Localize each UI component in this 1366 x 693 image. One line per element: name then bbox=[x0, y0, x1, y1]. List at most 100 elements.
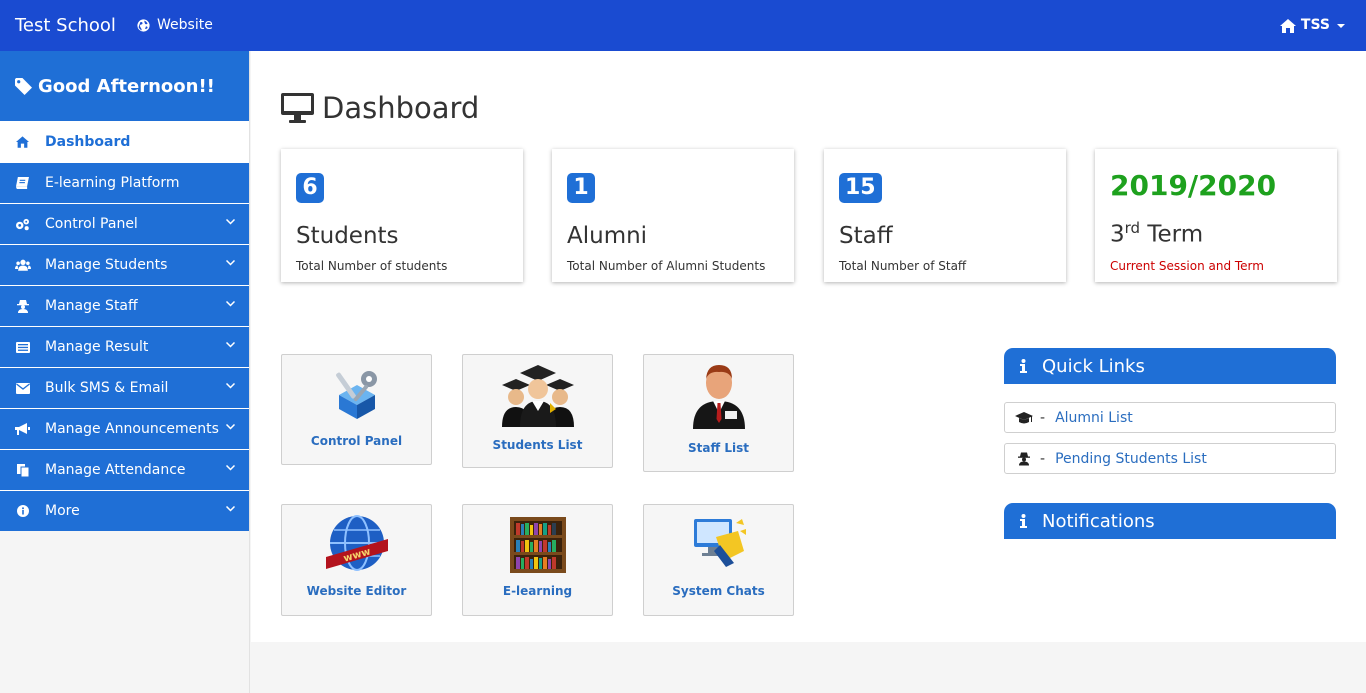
chevron-down-icon bbox=[226, 260, 235, 266]
top-navbar: Test School Website TSS bbox=[0, 0, 1366, 51]
term-suffix: rd bbox=[1124, 219, 1141, 237]
www-globe-icon: www bbox=[325, 515, 388, 571]
sidebar-item-label: Manage Attendance bbox=[45, 462, 186, 478]
tile-label: Students List bbox=[492, 438, 583, 452]
stat-card-staff: 15 Staff Total Number of Staff bbox=[824, 149, 1066, 282]
notifications-title: Notifications bbox=[1042, 510, 1155, 532]
session-year: 2019/2020 bbox=[1110, 169, 1277, 202]
footer bbox=[251, 642, 1366, 693]
sidebar-item-label: Manage Result bbox=[45, 339, 149, 355]
sidebar-item-label: Control Panel bbox=[45, 216, 138, 232]
sidebar-item-label: Manage Students bbox=[45, 257, 168, 273]
control-panel-icon bbox=[335, 371, 377, 419]
stat-name: Alumni bbox=[567, 223, 648, 249]
session-description: Current Session and Term bbox=[1110, 259, 1264, 273]
user-label: TSS bbox=[1300, 17, 1330, 33]
desktop-icon bbox=[281, 93, 314, 123]
sidebar-item-bulk-sms-email[interactable]: Bulk SMS & Email bbox=[0, 367, 249, 408]
sidebar-item-label: Manage Staff bbox=[45, 298, 138, 314]
sidebar-item-elearning[interactable]: E-learning Platform bbox=[0, 162, 249, 203]
term-number: 3 bbox=[1110, 221, 1125, 248]
sidebar-item-manage-students[interactable]: Manage Students bbox=[0, 244, 249, 285]
sidebar-item-dashboard[interactable]: Dashboard bbox=[0, 121, 249, 162]
tile-system-chats[interactable]: System Chats bbox=[643, 504, 794, 616]
sidebar: Good Afternoon!! Dashboard E-learning Pl… bbox=[0, 51, 250, 693]
tile-website-editor[interactable]: www Website Editor bbox=[281, 504, 432, 616]
sidebar-item-manage-announcements[interactable]: Manage Announcements bbox=[0, 408, 249, 449]
info-icon bbox=[16, 504, 29, 517]
user-menu[interactable]: TSS bbox=[1279, 0, 1345, 51]
envelope-icon bbox=[15, 382, 30, 394]
bullhorn-icon bbox=[15, 423, 30, 435]
user-secret-icon bbox=[16, 299, 29, 313]
sidebar-item-label: Manage Announcements bbox=[45, 421, 219, 437]
stat-count-badge: 15 bbox=[839, 173, 882, 203]
info-icon bbox=[1019, 514, 1027, 528]
tile-e-learning[interactable]: E-learning bbox=[462, 504, 613, 616]
chevron-down-icon bbox=[226, 424, 235, 430]
quick-link-pending-students[interactable]: - Pending Students List bbox=[1004, 443, 1336, 474]
graduates-icon bbox=[501, 365, 574, 427]
quick-link-label: Alumni List bbox=[1055, 409, 1133, 426]
chevron-down-icon bbox=[226, 219, 235, 225]
quick-link-label: Pending Students List bbox=[1055, 450, 1207, 467]
home-icon bbox=[1279, 18, 1296, 33]
tile-label: E-learning bbox=[502, 584, 573, 598]
stat-count-badge: 1 bbox=[567, 173, 595, 203]
globe-icon bbox=[137, 19, 150, 32]
sidebar-item-label: E-learning Platform bbox=[45, 175, 180, 191]
term-word: Term bbox=[1147, 221, 1204, 248]
chevron-down-icon bbox=[226, 383, 235, 389]
sidebar-item-label: Bulk SMS & Email bbox=[45, 380, 169, 396]
caret-down-icon bbox=[1337, 23, 1345, 28]
stat-description: Total Number of students bbox=[296, 259, 448, 273]
list-icon bbox=[15, 341, 30, 353]
tag-icon bbox=[15, 77, 32, 95]
tile-control-panel[interactable]: Control Panel bbox=[281, 354, 432, 465]
greeting-text: Good Afternoon!! bbox=[38, 75, 215, 97]
website-label: Website bbox=[157, 17, 213, 33]
stat-description: Total Number of Staff bbox=[839, 259, 967, 273]
stat-card-alumni: 1 Alumni Total Number of Alumni Students bbox=[552, 149, 794, 282]
users-icon bbox=[14, 259, 31, 271]
website-link[interactable]: Website bbox=[137, 0, 213, 51]
quick-links-title: Quick Links bbox=[1042, 355, 1145, 377]
page-title: Dashboard bbox=[281, 91, 479, 125]
sidebar-item-manage-result[interactable]: Manage Result bbox=[0, 326, 249, 367]
stat-name: Staff bbox=[839, 223, 893, 249]
stat-card-session: 2019/2020 3rd Term Current Session and T… bbox=[1095, 149, 1337, 282]
brand-link[interactable]: Test School bbox=[15, 0, 116, 51]
quick-links-header: Quick Links bbox=[1004, 348, 1336, 384]
user-secret-icon bbox=[1018, 452, 1030, 465]
chevron-down-icon bbox=[226, 506, 235, 512]
chevron-down-icon bbox=[226, 301, 235, 307]
tile-label: Website Editor bbox=[306, 584, 407, 598]
page-title-text: Dashboard bbox=[322, 91, 480, 125]
staff-person-icon bbox=[692, 365, 745, 429]
session-term: 3rd Term bbox=[1110, 219, 1203, 248]
chat-computer-icon bbox=[693, 519, 746, 567]
info-icon bbox=[1019, 359, 1027, 373]
greeting-banner: Good Afternoon!! bbox=[0, 51, 249, 121]
sidebar-item-manage-attendance[interactable]: Manage Attendance bbox=[0, 449, 249, 490]
tile-staff-list[interactable]: Staff List bbox=[643, 354, 794, 472]
main-content: Dashboard 6 Students Total Number of stu… bbox=[251, 51, 1366, 642]
quick-link-alumni-list[interactable]: - Alumni List bbox=[1004, 402, 1336, 433]
tile-label: Control Panel bbox=[310, 434, 403, 448]
notifications-header: Notifications bbox=[1004, 503, 1336, 539]
sidebar-item-label: Dashboard bbox=[45, 134, 131, 150]
sidebar-item-more[interactable]: More bbox=[0, 490, 249, 531]
chevron-down-icon bbox=[226, 342, 235, 348]
sidebar-item-manage-staff[interactable]: Manage Staff bbox=[0, 285, 249, 326]
stat-count-badge: 6 bbox=[296, 173, 324, 203]
stat-card-students: 6 Students Total Number of students bbox=[281, 149, 523, 282]
stat-description: Total Number of Alumni Students bbox=[567, 259, 766, 273]
chevron-down-icon bbox=[226, 465, 235, 471]
home-icon bbox=[16, 136, 29, 148]
tile-students-list[interactable]: Students List bbox=[462, 354, 613, 468]
copy-icon bbox=[16, 463, 29, 477]
tile-label: Staff List bbox=[687, 441, 749, 455]
sidebar-item-control-panel[interactable]: Control Panel bbox=[0, 203, 249, 244]
tile-label: System Chats bbox=[672, 584, 765, 598]
cogs-icon bbox=[16, 218, 29, 230]
